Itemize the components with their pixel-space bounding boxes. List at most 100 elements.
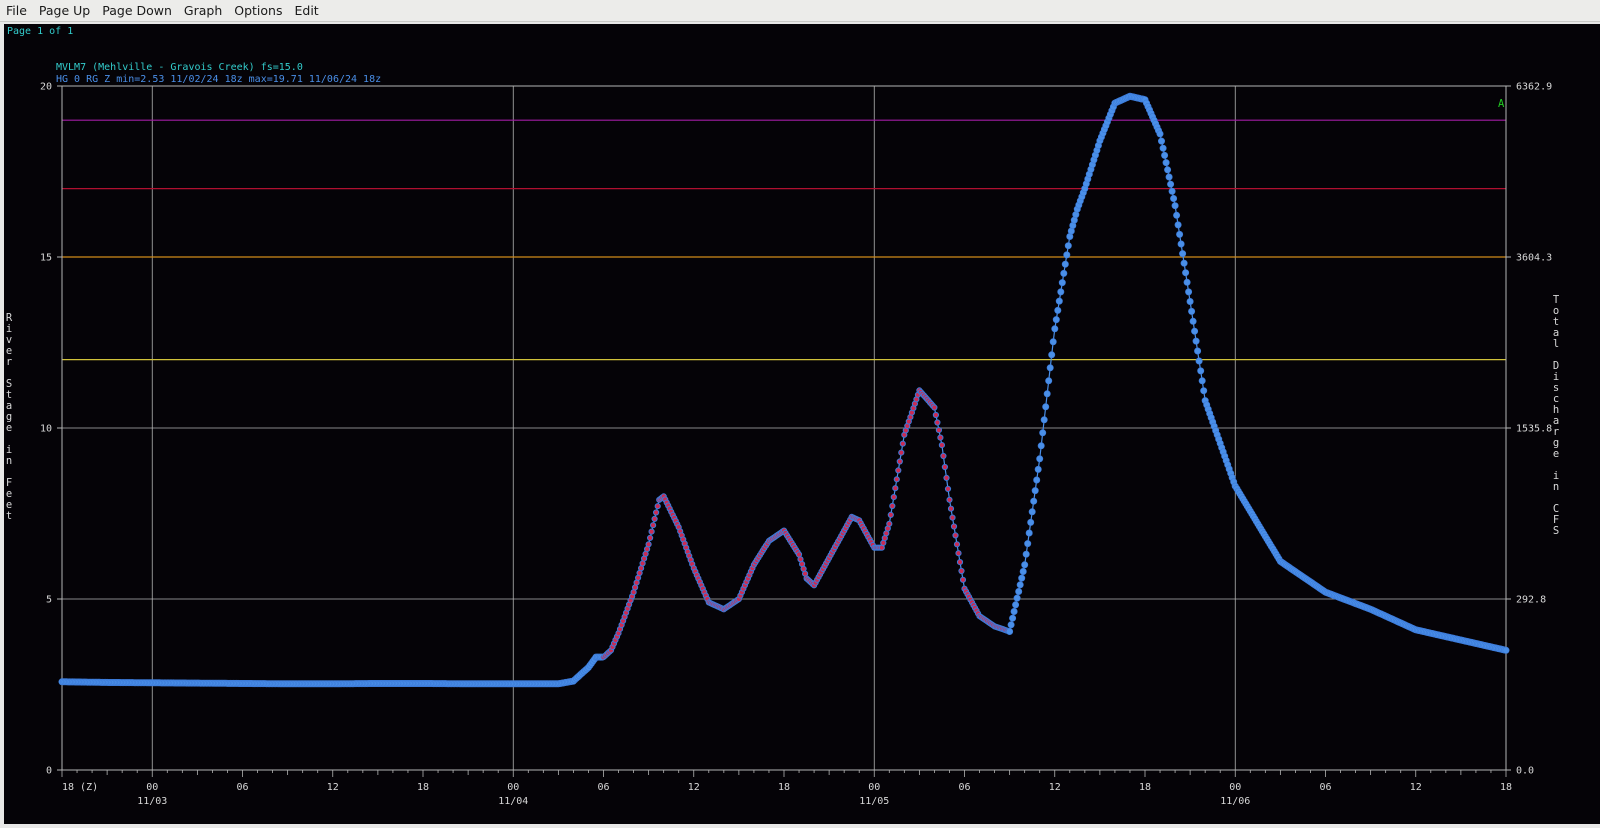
y2-tick-label: 6362.9 bbox=[1516, 82, 1552, 93]
data-point bbox=[645, 541, 652, 548]
data-point bbox=[1198, 377, 1206, 385]
data-point bbox=[949, 514, 956, 521]
data-point bbox=[947, 505, 955, 512]
x-tick-label: 12 bbox=[688, 782, 700, 793]
x-tick-label: 18 (Z) bbox=[62, 782, 98, 793]
data-point bbox=[1063, 251, 1071, 259]
flood-level-lines bbox=[62, 119, 1506, 361]
data-point bbox=[1197, 367, 1205, 375]
data-point bbox=[955, 550, 962, 557]
chart-title: MVLM7 (Mehlville - Gravois Creek) fs=15.… bbox=[56, 62, 303, 73]
data-point bbox=[1024, 540, 1032, 548]
x-tick-label: 18 bbox=[1139, 782, 1151, 793]
data-point bbox=[1060, 269, 1068, 277]
data-point bbox=[654, 503, 661, 510]
data-point bbox=[1010, 607, 1018, 615]
x-tick-label: 12 bbox=[1410, 782, 1422, 793]
data-point bbox=[1502, 646, 1510, 654]
data-point bbox=[898, 449, 905, 456]
y-axis-title-glyph: n bbox=[6, 455, 12, 467]
data-point bbox=[1042, 403, 1050, 411]
data-point bbox=[953, 541, 961, 548]
stage-series-line bbox=[62, 95, 1507, 685]
data-point bbox=[937, 434, 944, 441]
y-axis-title: RiverStageinFeet bbox=[6, 312, 13, 522]
data-point bbox=[1057, 288, 1065, 296]
x-tick-label: 06 bbox=[236, 782, 248, 793]
menu-graph[interactable]: Graph bbox=[178, 0, 228, 21]
data-point bbox=[886, 520, 893, 527]
y2-tick-label: 1535.8 bbox=[1516, 424, 1552, 435]
hydrograph-chart: Page 1 of 1 MVLM7 (Mehlville - Gravois C… bbox=[6, 26, 1560, 807]
page-indicator: Page 1 of 1 bbox=[7, 26, 73, 37]
data-point bbox=[1171, 202, 1179, 210]
data-point bbox=[1173, 211, 1181, 219]
data-point bbox=[1200, 387, 1208, 395]
data-point bbox=[1012, 601, 1020, 609]
menu-options[interactable]: Options bbox=[228, 0, 288, 21]
menu-edit[interactable]: Edit bbox=[288, 0, 324, 21]
data-point bbox=[946, 496, 953, 503]
data-point bbox=[1188, 307, 1196, 315]
data-point bbox=[938, 442, 946, 449]
y-axis-title-glyph: r bbox=[6, 356, 12, 368]
data-point bbox=[648, 528, 655, 535]
y2-axis-title-glyph: n bbox=[1553, 481, 1559, 493]
data-point bbox=[1158, 137, 1166, 145]
data-point bbox=[952, 532, 959, 539]
menu-page-down[interactable]: Page Down bbox=[96, 0, 178, 21]
data-point bbox=[1161, 151, 1169, 159]
data-point bbox=[1180, 259, 1188, 267]
data-point bbox=[1013, 594, 1021, 602]
data-point bbox=[1156, 130, 1164, 138]
data-point bbox=[959, 576, 967, 583]
data-point bbox=[1174, 221, 1182, 229]
data-point bbox=[1006, 627, 1014, 635]
data-point bbox=[1051, 325, 1059, 333]
x-date-label: 11/04 bbox=[498, 796, 528, 807]
y-tick-label: 0 bbox=[46, 766, 52, 777]
data-point bbox=[1058, 279, 1066, 287]
data-point bbox=[1046, 364, 1054, 372]
data-point bbox=[1021, 561, 1029, 569]
data-point bbox=[1191, 327, 1199, 335]
menu-page-up[interactable]: Page Up bbox=[33, 0, 96, 21]
x-date-label: 11/06 bbox=[1220, 796, 1250, 807]
data-point bbox=[1007, 621, 1015, 629]
data-point bbox=[950, 523, 958, 530]
data-point bbox=[1186, 297, 1194, 305]
data-point bbox=[1183, 278, 1191, 286]
data-point bbox=[958, 567, 965, 575]
data-point bbox=[1028, 508, 1036, 516]
data-point bbox=[651, 515, 658, 522]
menu-file[interactable]: File bbox=[0, 0, 33, 21]
data-point bbox=[1061, 260, 1069, 268]
y-tick-label: 20 bbox=[40, 82, 52, 93]
data-point bbox=[1031, 487, 1039, 495]
data-point bbox=[1019, 567, 1027, 575]
data-point bbox=[943, 474, 950, 481]
data-point bbox=[896, 458, 903, 465]
data-point bbox=[1170, 195, 1178, 203]
chart-subtitle: HG 0 RG Z min=2.53 11/02/24 18z max=19.7… bbox=[56, 74, 381, 85]
x-tick-label: 06 bbox=[1319, 782, 1331, 793]
data-point bbox=[1195, 357, 1203, 365]
data-point bbox=[932, 411, 940, 419]
x-date-label: 11/05 bbox=[859, 796, 889, 807]
x-date-label: 11/03 bbox=[137, 796, 167, 807]
y2-tick-label: 3604.3 bbox=[1516, 253, 1552, 264]
data-point bbox=[1182, 269, 1190, 277]
data-point bbox=[1054, 306, 1062, 314]
y-tick-label: 15 bbox=[40, 253, 52, 264]
data-point bbox=[940, 452, 947, 460]
data-point bbox=[956, 559, 964, 566]
x-tick-label: 00 bbox=[146, 782, 158, 793]
data-point bbox=[1015, 587, 1023, 595]
x-tick-label: 12 bbox=[327, 782, 339, 793]
data-point bbox=[1165, 173, 1173, 181]
data-point bbox=[935, 427, 943, 434]
y-axis-title-glyph: e bbox=[6, 422, 12, 434]
data-point bbox=[1064, 242, 1072, 250]
x-tick-label: 18 bbox=[417, 782, 429, 793]
data-point bbox=[1052, 316, 1060, 324]
